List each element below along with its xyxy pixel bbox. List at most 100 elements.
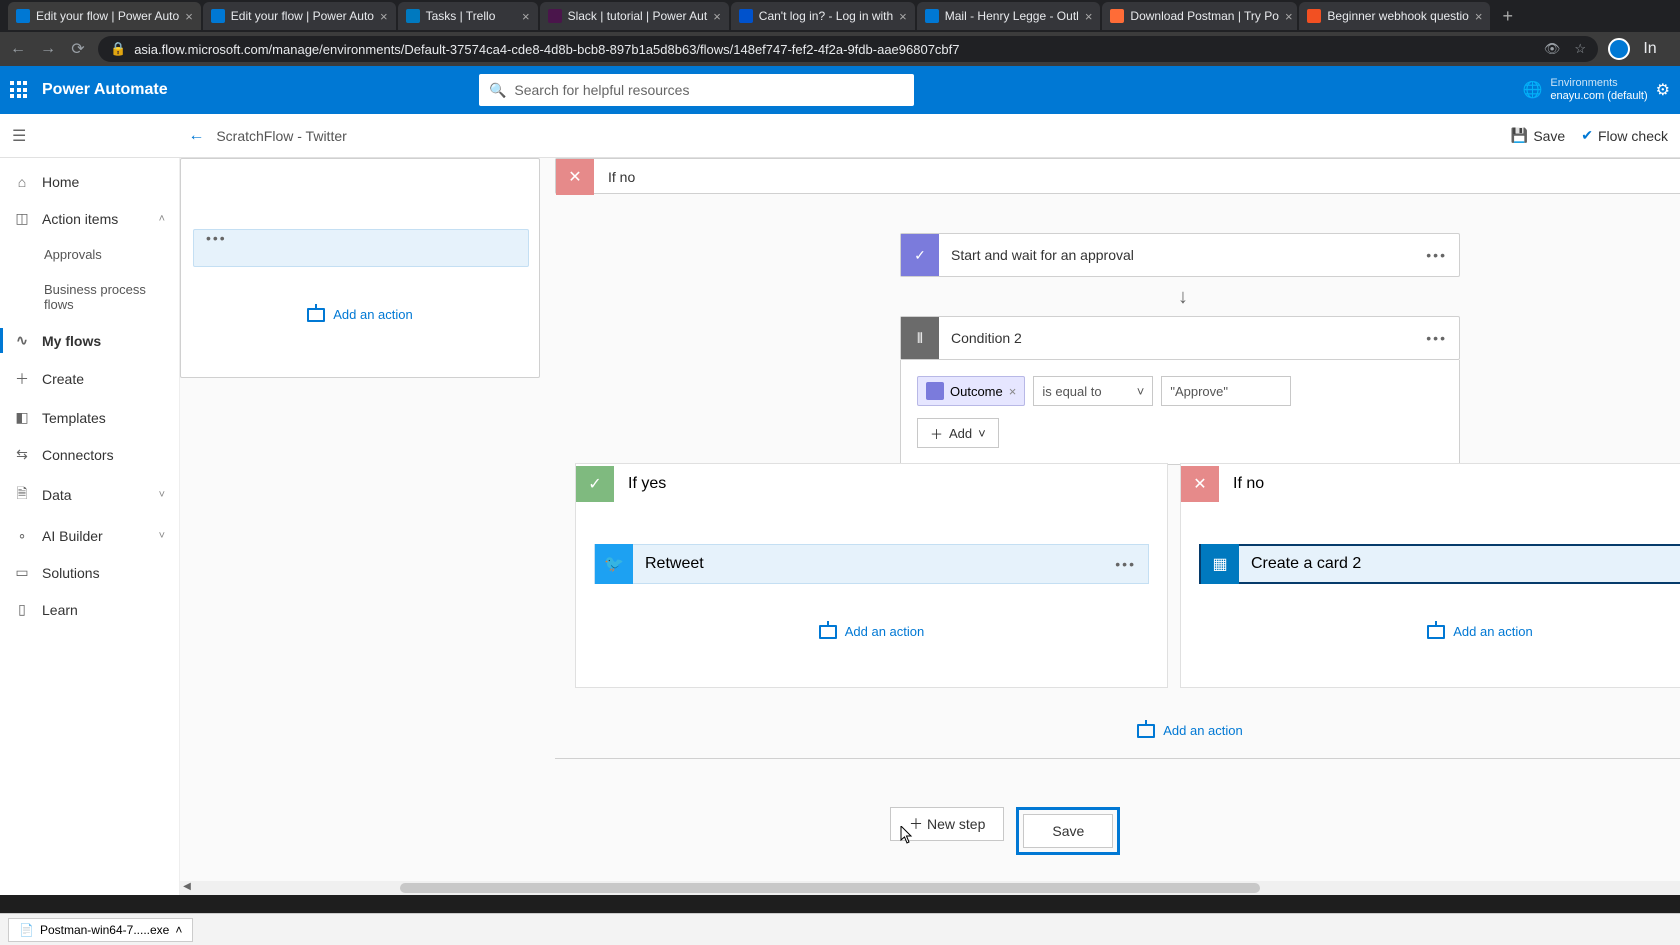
flow-canvas[interactable]: ••• Add an action ✕If no ✓Start and wait… xyxy=(180,158,1680,895)
template-icon: ◧ xyxy=(14,409,30,426)
check-icon: ✓ xyxy=(576,466,614,502)
nav-templates[interactable]: ◧Templates xyxy=(0,399,179,436)
close-icon[interactable]: × xyxy=(1285,9,1293,24)
add-action-button[interactable]: Add an action xyxy=(576,624,1167,639)
new-tab-button[interactable]: + xyxy=(1492,6,1523,27)
condition-token[interactable]: Outcome× xyxy=(917,376,1025,406)
nav-action-items[interactable]: ◫Action items˄ xyxy=(0,200,179,237)
save-flow-button[interactable]: Save xyxy=(1023,814,1113,848)
back-button[interactable]: ← xyxy=(188,127,204,145)
new-step-button[interactable]: ＋New step xyxy=(890,807,1004,841)
browser-tab[interactable]: Tasks | Trello× xyxy=(398,2,538,30)
download-bar: 📄Postman-win64-7.....exe˄ xyxy=(0,913,1680,945)
chevron-down-icon: ˅ xyxy=(159,489,165,501)
chevron-down-icon: ˅ xyxy=(978,426,986,441)
chevron-up-icon[interactable]: ˄ xyxy=(175,923,182,937)
remove-token-icon[interactable]: × xyxy=(1009,384,1017,399)
close-icon[interactable]: × xyxy=(185,9,193,24)
flow-checker-button[interactable]: ✔Flow check xyxy=(1581,127,1668,144)
nav-create[interactable]: ＋Create xyxy=(0,359,179,399)
browser-tab[interactable]: Download Postman | Try Po× xyxy=(1102,2,1297,30)
star-icon[interactable]: ☆ xyxy=(1574,41,1586,57)
more-icon[interactable]: ••• xyxy=(1103,556,1148,572)
condition-add-button[interactable]: ＋Add˅ xyxy=(917,418,999,448)
environment-icon: 🌐 xyxy=(1523,80,1543,100)
horizontal-scrollbar[interactable]: ◀ xyxy=(180,881,1680,895)
back-icon[interactable]: ← xyxy=(8,40,28,58)
close-icon[interactable]: × xyxy=(1085,9,1093,24)
app-header: Power Automate 🔍 Search for helpful reso… xyxy=(0,66,1680,114)
approval-icon: ✓ xyxy=(901,234,939,276)
plus-icon: ＋ xyxy=(909,814,923,834)
home-icon: ⌂ xyxy=(14,174,30,190)
add-action-button[interactable]: Add an action xyxy=(181,307,539,322)
close-icon[interactable]: × xyxy=(713,9,721,24)
url-text: asia.flow.microsoft.com/manage/environme… xyxy=(134,42,959,57)
browser-tab[interactable]: Mail - Henry Legge - Outl× xyxy=(917,2,1101,30)
nav-learn[interactable]: ▯Learn xyxy=(0,591,179,628)
save-button[interactable]: 💾Save xyxy=(1511,127,1565,144)
condition-value-input[interactable]: "Approve" xyxy=(1161,376,1291,406)
browser-tab[interactable]: Edit your flow | Power Auto× xyxy=(203,2,396,30)
nav-business-process-flows[interactable]: Business process flows xyxy=(0,272,179,322)
twitter-retweet-card[interactable]: 🐦Retweet••• xyxy=(594,544,1149,584)
browser-tab[interactable]: Slack | tutorial | Power Aut× xyxy=(540,2,729,30)
empty-action-card[interactable]: ••• xyxy=(193,229,529,267)
browser-tab[interactable]: Edit your flow | Power Auto× xyxy=(8,2,201,30)
reload-icon[interactable]: ⟳ xyxy=(68,39,88,59)
nav-solutions[interactable]: ▭Solutions xyxy=(0,554,179,591)
nav-home[interactable]: ⌂Home xyxy=(0,164,179,200)
eye-off-icon[interactable]: 👁 xyxy=(1544,41,1561,57)
search-input[interactable]: 🔍 Search for helpful resources xyxy=(479,74,914,106)
condition-card[interactable]: ⫴Condition 2••• Outcome× is equal to˅ "A… xyxy=(900,316,1460,465)
profile-avatar[interactable] xyxy=(1608,38,1630,60)
trello-create-card[interactable]: ▦Create a card 2 xyxy=(1199,544,1680,584)
scroll-left-icon[interactable]: ◀ xyxy=(180,881,194,895)
nav-data[interactable]: 🗎Data˅ xyxy=(0,473,179,517)
browser-tab-bar: Edit your flow | Power Auto× Edit your f… xyxy=(0,0,1680,32)
file-icon: 📄 xyxy=(19,923,34,937)
app-title: Power Automate xyxy=(42,81,168,99)
nav-my-flows[interactable]: ∿My flows xyxy=(0,322,179,359)
chevron-down-icon: ˅ xyxy=(159,530,165,542)
lock-icon: 🔒 xyxy=(110,41,126,57)
environment-picker[interactable]: Environments enayu.com (default) xyxy=(1550,77,1647,103)
x-icon: ✕ xyxy=(1181,466,1219,502)
check-icon: ✔ xyxy=(1581,127,1593,144)
condition-operator-select[interactable]: is equal to˅ xyxy=(1033,376,1153,406)
nav-connectors[interactable]: ⇆Connectors xyxy=(0,436,179,473)
download-item[interactable]: 📄Postman-win64-7.....exe˄ xyxy=(8,918,193,942)
infinity-icon[interactable]: In xyxy=(1640,40,1660,58)
plus-icon: ＋ xyxy=(14,369,30,389)
approval-card[interactable]: ✓Start and wait for an approval••• xyxy=(900,233,1460,277)
left-container: ••• Add an action xyxy=(180,158,540,378)
forward-icon[interactable]: → xyxy=(38,40,58,58)
app-launcher-icon[interactable] xyxy=(10,81,28,99)
add-action-button-outer[interactable]: Add an action xyxy=(1080,723,1300,738)
nav-approvals[interactable]: Approvals xyxy=(0,237,179,272)
command-bar: ☰ ← ScratchFlow - Twitter 💾Save ✔Flow ch… xyxy=(0,114,1680,158)
add-action-icon xyxy=(819,625,837,639)
menu-icon[interactable]: ☰ xyxy=(12,126,26,146)
scroll-thumb[interactable] xyxy=(400,883,1260,893)
close-icon[interactable]: × xyxy=(522,9,530,24)
flow-icon: ∿ xyxy=(14,332,30,349)
more-icon[interactable]: ••• xyxy=(1414,247,1459,263)
browser-tab[interactable]: Can't log in? - Log in with× xyxy=(731,2,915,30)
add-action-button[interactable]: Add an action xyxy=(1181,624,1680,639)
url-input[interactable]: 🔒 asia.flow.microsoft.com/manage/environ… xyxy=(98,36,1598,62)
if-no-header-top[interactable]: ✕If no xyxy=(555,158,1680,194)
close-icon[interactable]: × xyxy=(380,9,388,24)
close-icon[interactable]: × xyxy=(899,9,907,24)
close-icon[interactable]: × xyxy=(1475,9,1483,24)
gear-icon[interactable]: ⚙ xyxy=(1656,80,1670,100)
plus-icon: ＋ xyxy=(930,424,943,443)
more-icon[interactable]: ••• xyxy=(194,230,239,246)
nav-ai-builder[interactable]: ∘AI Builder˅ xyxy=(0,517,179,554)
x-icon: ✕ xyxy=(556,159,594,195)
browser-tab[interactable]: Beginner webhook questio× xyxy=(1299,2,1490,30)
more-icon[interactable]: ••• xyxy=(1414,330,1459,346)
add-action-icon xyxy=(307,308,325,322)
action-icon: ◫ xyxy=(14,210,30,227)
learn-icon: ▯ xyxy=(14,601,30,618)
